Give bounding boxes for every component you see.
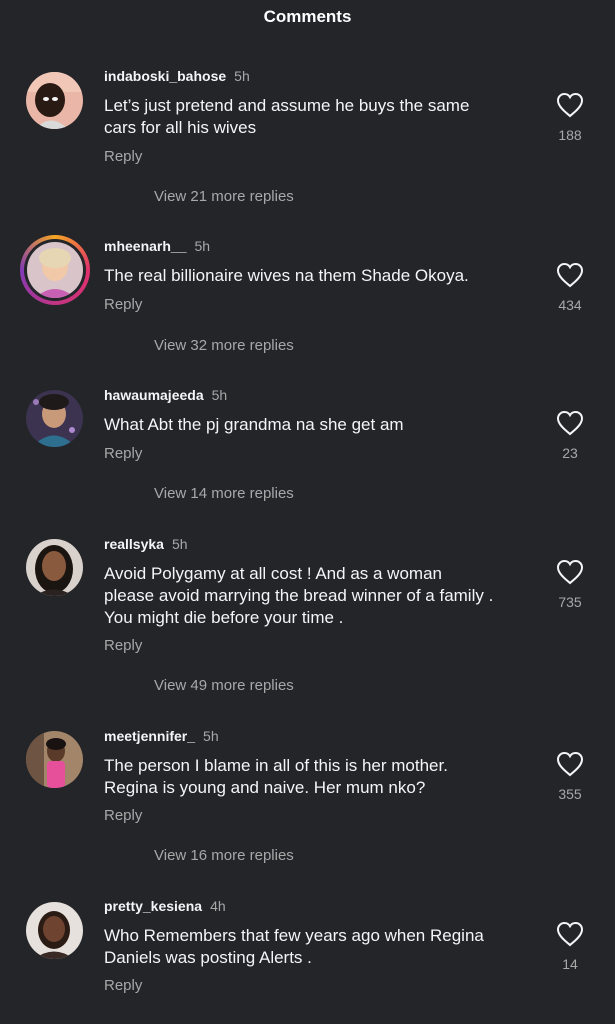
like-count: 434 — [558, 297, 582, 313]
comment-username[interactable]: meetjennifer_ — [104, 728, 195, 744]
comment-line: Daniels was posting Alerts . — [104, 948, 312, 967]
comment-text: Avoid Polygamy at all cost ! And as a wo… — [104, 563, 544, 629]
comment-time: 5h — [211, 387, 228, 403]
comment-line: please avoid marrying the bread winner o… — [104, 586, 494, 605]
view-replies-link[interactable]: View 32 more replies — [154, 337, 294, 354]
reply-button[interactable]: Reply — [104, 148, 142, 165]
comment-text: The real billionaire wives na them Shade… — [104, 265, 544, 287]
comment-meta: reallsyka 5h — [104, 536, 188, 552]
comment-meta: pretty_kesiena 4h — [104, 898, 226, 914]
view-replies-link[interactable]: View 16 more replies — [154, 847, 294, 864]
comment-time: 5h — [203, 728, 219, 744]
comment-text: What Abt the pj grandma na she get am — [104, 414, 544, 436]
reply-button[interactable]: Reply — [104, 637, 142, 654]
view-replies-link[interactable]: View 49 more replies — [154, 677, 294, 694]
comment-username[interactable]: hawaumajeeda — [104, 387, 204, 403]
like-count: 735 — [558, 594, 582, 610]
avatar[interactable] — [20, 235, 90, 305]
reply-button[interactable]: Reply — [104, 445, 142, 462]
reply-button[interactable]: Reply — [104, 977, 142, 994]
comment-meta: meetjennifer_ 5h — [104, 728, 219, 744]
avatar[interactable] — [26, 731, 83, 788]
comment-line: Let’s just pretend and assume he buys th… — [104, 96, 470, 115]
comment-username[interactable]: mheenarh__ — [104, 238, 186, 254]
comment-username[interactable]: reallsyka — [104, 536, 164, 552]
comment-meta: mheenarh__ 5h — [104, 238, 210, 254]
avatar[interactable] — [26, 539, 83, 596]
page-title: Comments — [263, 7, 352, 26]
avatar[interactable] — [26, 72, 83, 129]
comment-meta: hawaumajeeda 5h — [104, 387, 227, 403]
comment-line: Regina is young and naive. Her mum nko? — [104, 778, 426, 797]
view-replies-link[interactable]: View 21 more replies — [154, 188, 294, 205]
avatar[interactable] — [26, 390, 83, 447]
comment-time: 4h — [210, 898, 226, 914]
avatar[interactable] — [26, 902, 83, 959]
comment-time: 5h — [234, 68, 250, 84]
comment-username[interactable]: pretty_kesiena — [104, 898, 202, 914]
comment-line: What Abt the pj grandma na she get am — [104, 415, 404, 434]
comment-line: Who Remembers that few years ago when Re… — [104, 926, 484, 945]
comment-line: The person I blame in all of this is her… — [104, 756, 448, 775]
comment-line: You might die before your time . — [104, 608, 344, 627]
like-count: 188 — [558, 127, 582, 143]
comment-meta: indaboski_bahose 5h — [104, 68, 250, 84]
comment-line: The real billionaire wives na them Shade… — [104, 266, 469, 285]
like-count: 14 — [562, 956, 578, 972]
comment-line: cars for all his wives — [104, 118, 257, 137]
comment-text: Who Remembers that few years ago when Re… — [104, 925, 544, 969]
view-replies-link[interactable]: View 14 more replies — [154, 485, 294, 502]
reply-button[interactable]: Reply — [104, 296, 142, 313]
comment-username[interactable]: indaboski_bahose — [104, 68, 226, 84]
comment-line: Avoid Polygamy at all cost ! And as a wo… — [104, 564, 442, 583]
heart-icon[interactable] — [556, 751, 584, 777]
comments-header: Comments — [0, 0, 615, 34]
heart-icon[interactable] — [556, 921, 584, 947]
like-count: 355 — [558, 786, 582, 802]
comment-text: Let’s just pretend and assume he buys th… — [104, 95, 544, 139]
heart-icon[interactable] — [556, 262, 584, 288]
comment-time: 5h — [171, 536, 188, 552]
heart-icon[interactable] — [556, 92, 584, 118]
like-count: 23 — [562, 445, 578, 461]
comment-time: 5h — [194, 238, 211, 254]
heart-icon[interactable] — [556, 410, 584, 436]
heart-icon[interactable] — [556, 559, 584, 585]
comment-text: The person I blame in all of this is her… — [104, 755, 544, 799]
reply-button[interactable]: Reply — [104, 807, 142, 824]
